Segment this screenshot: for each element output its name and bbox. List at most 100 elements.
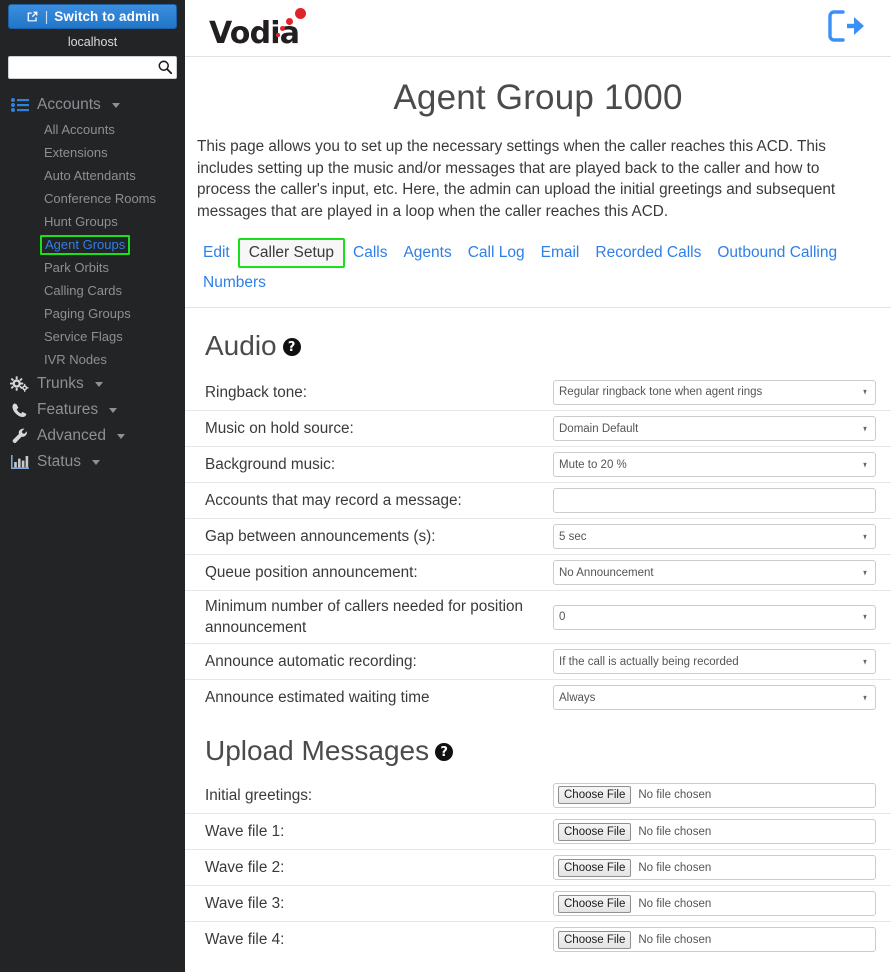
phone-icon [10,402,29,419]
logo-dot-tiny [276,33,280,37]
sidebar-item-ivr-nodes[interactable]: IVR Nodes [0,348,185,371]
tab-caller-setup[interactable]: Caller Setup [237,238,346,268]
wave-file-3-file-input[interactable]: Choose File No file chosen [553,891,876,916]
switch-to-admin-button[interactable]: | Switch to admin [8,4,177,29]
search-input[interactable] [9,57,176,78]
tab-label: Calls [353,244,388,261]
tab-numbers[interactable]: Numbers [195,268,274,298]
queue-position-announcement-select[interactable]: No Announcement [553,560,876,585]
choose-file-button[interactable]: Choose File [558,822,632,841]
field-label: Announce automatic recording: [205,653,417,670]
field-row-queue-position-announcement: Queue position announcement: No Announce… [185,554,891,590]
ringback-tone-select[interactable]: Regular ringback tone when agent rings [553,379,876,405]
bar-chart-icon [10,454,29,471]
field-row-wave-file-3: Wave file 3: Choose File No file chosen [185,885,891,921]
switch-button-separator: | [44,9,49,24]
tab-recorded-calls[interactable]: Recorded Calls [587,238,709,268]
sidebar-item-calling-cards[interactable]: Calling Cards [0,279,185,302]
field-label: Music on hold source: [205,420,354,437]
gears-icon [10,376,29,393]
choose-file-button[interactable]: Choose File [558,894,632,913]
tab-email[interactable]: Email [533,238,588,268]
wave-file-1-file-input[interactable]: Choose File No file chosen [553,819,876,844]
field-label: Announce estimated waiting time [205,689,430,706]
sidebar-group-label: Accounts [37,96,101,113]
sidebar-group-advanced[interactable]: Advanced [0,423,185,449]
tab-label: Outbound Calling [717,244,838,261]
field-label: Initial greetings: [205,786,313,804]
switch-button-label: Switch to admin [54,9,160,24]
logout-button[interactable] [825,9,869,46]
sidebar-item-service-flags[interactable]: Service Flags [0,325,185,348]
search-wrap [0,56,185,79]
sidebar-item-agent-groups[interactable]: Agent Groups [0,233,185,256]
sidebar-group-label: Status [37,453,81,470]
announce-estimated-waiting-time-select[interactable]: Always [553,685,876,710]
field-label: Gap between announcements (s): [205,528,436,545]
sidebar-item-label: Agent Groups [40,235,131,255]
help-icon[interactable]: ? [282,338,301,356]
sidebar-item-park-orbits[interactable]: Park Orbits [0,256,185,279]
field-row-background-music: Background music: Mute to 20 % [185,446,891,482]
sidebar-item-label: Auto Attendants [44,168,136,183]
choose-file-button[interactable]: Choose File [558,858,632,877]
sidebar-item-conference-rooms[interactable]: Conference Rooms [0,187,185,210]
choose-file-button[interactable]: Choose File [558,930,632,949]
sidebar-item-hunt-groups[interactable]: Hunt Groups [0,210,185,233]
vodia-logo: Vodia [209,4,314,52]
file-status-label: No file chosen [638,933,712,946]
sidebar-group-trunks[interactable]: Trunks [0,371,185,397]
tab-outbound-calling[interactable]: Outbound Calling [709,238,845,268]
app-root: | Switch to admin localhost Accounts All… [0,0,891,972]
sidebar-group-status[interactable]: Status [0,449,185,475]
upload-section-label: Upload Messages [205,735,430,766]
background-music-select[interactable]: Mute to 20 % [553,452,876,477]
tab-agents[interactable]: Agents [395,238,459,268]
sidebar-item-all-accounts[interactable]: All Accounts [0,118,185,141]
sidebar-nav: Accounts All Accounts Extensions Auto At… [0,92,185,475]
field-row-music-on-hold-source: Music on hold source: Domain Default [185,410,891,446]
wave-file-2-file-input[interactable]: Choose File No file chosen [553,855,876,880]
tab-label: Numbers [203,274,266,291]
external-link-icon [26,10,39,23]
sidebar-item-auto-attendants[interactable]: Auto Attendants [0,164,185,187]
switch-to-admin-wrap: | Switch to admin [0,0,185,29]
music-on-hold-source-select[interactable]: Domain Default [553,416,876,441]
page-title: Agent Group 1000 [393,78,683,117]
wave-file-4-file-input[interactable]: Choose File No file chosen [553,927,876,952]
top-bar: Vodia [185,0,891,57]
help-icon[interactable]: ? [435,743,454,761]
sidebar-item-label: IVR Nodes [44,352,107,367]
search-box[interactable] [8,56,177,79]
accounts-record-message-input[interactable] [553,488,876,513]
tab-label: Email [540,244,580,261]
field-label: Wave file 1: [205,823,285,840]
search-icon[interactable] [157,59,173,75]
sidebar-item-paging-groups[interactable]: Paging Groups [0,302,185,325]
sidebar-item-label: Park Orbits [44,260,110,275]
tab-calls[interactable]: Calls [345,238,395,268]
minimum-callers-select[interactable]: 0 [553,604,876,630]
field-row-announce-automatic-recording: Announce automatic recording: If the cal… [185,643,891,679]
chevron-down-icon [91,459,100,465]
tab-label: Call Log [467,244,525,261]
file-status-label: No file chosen [638,825,712,838]
sidebar-item-extensions[interactable]: Extensions [0,141,185,164]
field-label: Wave file 2: [205,859,285,876]
field-row-gap-between-announcements: Gap between announcements (s): 5 sec [185,518,891,554]
announce-automatic-recording-select[interactable]: If the call is actually being recorded [553,649,876,674]
sidebar-item-label: All Accounts [44,122,115,137]
sidebar-group-accounts[interactable]: Accounts [0,92,185,118]
initial-greetings-file-input[interactable]: Choose File No file chosen [553,782,876,808]
choose-file-button[interactable]: Choose File [558,786,632,804]
chevron-down-icon [116,433,125,439]
tab-edit[interactable]: Edit [195,238,238,268]
sidebar-item-label: Conference Rooms [44,191,156,206]
audio-fields: Ringback tone: Regular ringback tone whe… [185,374,891,715]
sidebar-group-features[interactable]: Features [0,397,185,423]
gap-between-announcements-select[interactable]: 5 sec [553,524,876,549]
tab-label: Edit [203,244,230,261]
tab-label: Recorded Calls [595,244,702,261]
field-label: Accounts that may record a message: [205,492,462,509]
tab-call-log[interactable]: Call Log [460,238,533,268]
